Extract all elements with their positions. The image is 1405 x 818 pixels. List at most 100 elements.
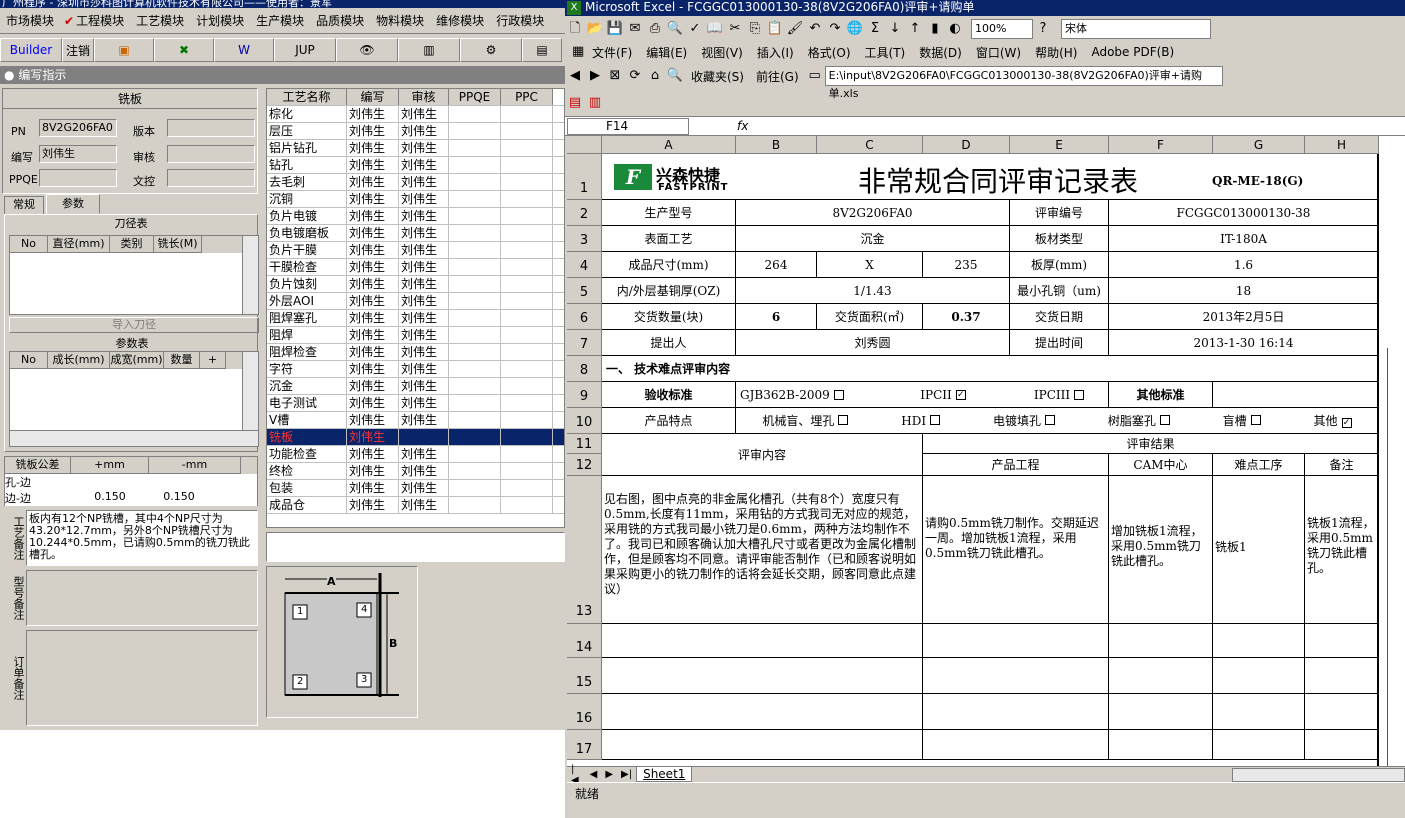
pdf-convert-icon[interactable]: ▤ — [565, 93, 585, 113]
cell-g12[interactable]: 难点工序 — [1213, 454, 1305, 476]
pdf-email-icon[interactable]: ▥ — [585, 93, 605, 113]
blind-buried-checkbox[interactable] — [838, 415, 849, 425]
redo-icon[interactable]: ↷ — [825, 19, 845, 39]
tol-row-hole-edge[interactable]: 孔-边 — [5, 474, 257, 490]
cell-b6[interactable]: 6 — [736, 304, 817, 330]
tab-last-icon[interactable]: ▶| — [617, 769, 636, 780]
tools-icon[interactable]: ⚙ — [460, 38, 522, 62]
other-checkbox[interactable]: ✓ — [1341, 418, 1352, 428]
sort-desc-icon[interactable]: ↑ — [905, 19, 925, 39]
model-note-field[interactable] — [26, 570, 258, 626]
cutter-scrollbar[interactable] — [242, 236, 258, 314]
empty-cell[interactable] — [1213, 658, 1305, 694]
menu-engineering[interactable]: 工程模块 — [76, 12, 130, 29]
cell-g13[interactable]: 铣板1 — [1213, 476, 1305, 624]
review-field[interactable] — [167, 145, 255, 163]
menu-process[interactable]: 工艺模块 — [130, 12, 190, 29]
cabinet-icon[interactable]: ▥ — [398, 38, 460, 62]
row-header-5[interactable]: 5 — [567, 278, 602, 304]
cell-d12[interactable]: 产品工程 — [923, 454, 1109, 476]
menu-format[interactable]: 格式(O) — [801, 44, 858, 61]
col-header-c[interactable]: C — [817, 136, 923, 154]
col-ppc[interactable]: PPC — [501, 89, 553, 105]
row-header-10[interactable]: 10 — [567, 408, 602, 434]
menu-admin[interactable]: 行政模块 — [490, 12, 550, 29]
col-header-b[interactable]: B — [736, 136, 817, 154]
empty-cell[interactable] — [1213, 694, 1305, 730]
menu-adobe-pdf[interactable]: Adobe PDF(B) — [1084, 45, 1181, 59]
more-icon[interactable]: ▤ — [522, 38, 562, 62]
empty-cell[interactable] — [923, 730, 1109, 760]
cell-f6[interactable]: 2013年2月5日 — [1109, 304, 1379, 330]
process-input[interactable] — [266, 532, 565, 562]
favorites-menu[interactable]: 收藏夹(S) — [685, 68, 750, 85]
cell-f12[interactable]: CAM中心 — [1109, 454, 1213, 476]
cell-d11-review-result[interactable]: 评审结果 — [923, 434, 1379, 454]
process-note-field[interactable]: 板内有12个NP铣槽，其中4个NP尺寸为43.20*12.7mm，另外8个NP铣… — [26, 510, 258, 566]
search-icon[interactable]: 🔍 — [665, 66, 685, 86]
cell-b9[interactable]: GJB362B-2009 — [736, 382, 876, 408]
process-row[interactable]: 负片电镀 刘伟生 刘伟生 — [267, 208, 564, 225]
spelling-icon[interactable]: ✓ — [685, 19, 705, 39]
word-icon[interactable]: W — [214, 38, 274, 62]
param-hscroll[interactable] — [10, 430, 258, 446]
process-row[interactable]: 字符 刘伟生 刘伟生 — [267, 361, 564, 378]
col-header-h[interactable]: H — [1305, 136, 1379, 154]
address-box[interactable]: E:\input\8V2G206FA0\FCGGC013000130-38(8V… — [824, 66, 1223, 100]
menu-quality[interactable]: 品质模块 — [310, 12, 370, 29]
cell-e5[interactable]: 最小孔铜（um) — [1010, 278, 1109, 304]
menu-production[interactable]: 生产模块 — [250, 12, 310, 29]
cell-a6[interactable]: 交货数量(块) — [602, 304, 736, 330]
hdi-checkbox[interactable] — [930, 414, 941, 425]
menu-insert[interactable]: 插入(I) — [750, 44, 801, 61]
empty-cell[interactable] — [1305, 658, 1379, 694]
col-process-name[interactable]: 工艺名称 — [267, 89, 347, 105]
stop-icon[interactable]: ⊠ — [605, 66, 625, 86]
logout-button[interactable]: 注销 — [62, 38, 94, 62]
process-row[interactable]: 包装 刘伟生 刘伟生 — [267, 480, 564, 497]
process-row[interactable]: 干膜检查 刘伟生 刘伟生 — [267, 259, 564, 276]
excel-icon[interactable]: ✖ — [154, 38, 214, 62]
import-cutter-button[interactable]: 导入刀径 — [9, 317, 259, 333]
format-painter-icon[interactable]: 🖌 — [785, 19, 805, 39]
row-header-1[interactable]: 1 — [567, 154, 602, 200]
undo-icon[interactable]: ↶ — [805, 19, 825, 39]
process-row[interactable]: 阻焊检查 刘伟生 刘伟生 — [267, 344, 564, 361]
process-row[interactable]: 铣板 刘伟生 — [267, 429, 564, 446]
cell-d4[interactable]: 235 — [923, 252, 1010, 278]
empty-cell[interactable] — [1213, 730, 1305, 760]
version-field[interactable] — [167, 119, 255, 137]
cell-c4[interactable]: X — [817, 252, 923, 278]
menu-help[interactable]: 帮助(H) — [1028, 44, 1084, 61]
cell-a9[interactable]: 验收标准 — [602, 382, 736, 408]
menu-file[interactable]: 文件(F) — [585, 44, 639, 61]
font-box[interactable]: 宋体 — [1061, 19, 1211, 39]
ipc2-checkbox[interactable]: ✓ — [955, 389, 966, 400]
param-vscroll[interactable] — [242, 352, 258, 430]
cell-b7[interactable]: 刘秀圆 — [736, 330, 1010, 356]
cell-h12[interactable]: 备注 — [1305, 454, 1379, 476]
research-icon[interactable]: 📖 — [705, 19, 725, 39]
cell-e6[interactable]: 交货日期 — [1010, 304, 1109, 330]
cell-a8-section[interactable]: 一、 技术难点评审内容 — [602, 356, 1379, 382]
process-row[interactable]: V槽 刘伟生 刘伟生 — [267, 412, 564, 429]
sum-icon[interactable]: Σ — [865, 19, 885, 39]
sheet-tab-sheet1[interactable]: Sheet1 — [636, 767, 693, 782]
eye-icon[interactable]: 👁 — [336, 38, 398, 62]
menu-data[interactable]: 数据(D) — [912, 44, 969, 61]
process-row[interactable]: 终检 刘伟生 刘伟生 — [267, 463, 564, 480]
col-header-e[interactable]: E — [1010, 136, 1109, 154]
tol-row-edge-edge[interactable]: 边-边 0.150 0.150 — [5, 490, 257, 506]
menu-maintenance[interactable]: 维修模块 — [430, 12, 490, 29]
cell-d13[interactable]: 请购0.5mm铣刀制作。交期延迟一周。增加铣板1流程，采用0.5mm铣刀铣此槽孔… — [923, 476, 1109, 624]
hyperlink-icon[interactable]: 🌐 — [845, 19, 865, 39]
empty-cell[interactable] — [923, 658, 1109, 694]
cell-f9[interactable]: 其他标准 — [1109, 382, 1213, 408]
tolerance-table[interactable]: 铣板公差 +mm -mm 孔-边 边-边 0.150 0.150 — [4, 456, 258, 506]
empty-cell[interactable] — [1109, 694, 1213, 730]
cell-a2[interactable]: 生产型号 — [602, 200, 736, 226]
order-note-field[interactable] — [26, 630, 258, 726]
empty-cell[interactable] — [602, 624, 923, 658]
cell-f13[interactable]: 增加铣板1流程，采用0.5mm铣刀铣此槽孔。 — [1109, 476, 1213, 624]
cell-a11-review-content[interactable]: 评审内容 — [602, 434, 923, 476]
